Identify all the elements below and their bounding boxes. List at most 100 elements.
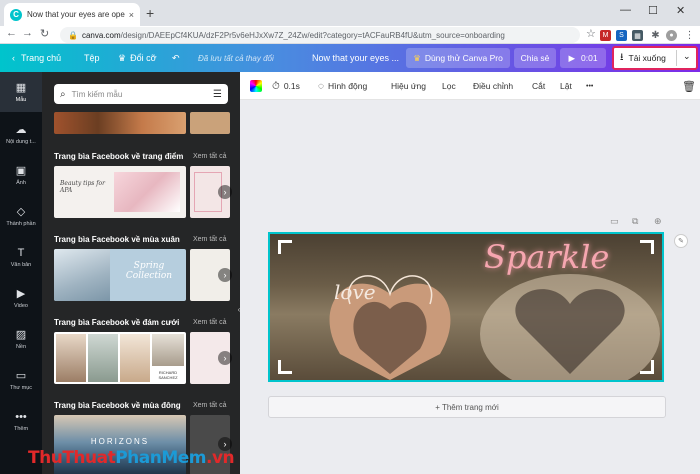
editor-toolbar: ⏱ 0.1s ◌ Hình động Hiệu ứng Lọc Điều chỉ… [240,72,700,100]
maximize-icon[interactable]: ☐ [648,4,658,17]
add-page-icon[interactable]: ⊕ [654,216,662,227]
chevron-down-icon[interactable]: ⌄ [683,51,691,62]
animate-button[interactable]: ◌ Hình động [318,72,367,100]
try-canva-pro-button[interactable]: ♛ Dùng thử Canva Pro [406,48,510,68]
watermark-part: .vn [206,448,235,468]
download-label: Tải xuống [628,53,666,63]
rail-templates[interactable]: ▦ Mẫu [0,72,42,112]
bookmark-star-icon[interactable]: ☆ [586,27,596,40]
rail-label: Ảnh [16,180,26,186]
add-page-button[interactable]: + Thêm trang mới [268,396,666,418]
thumb-photo [152,334,184,366]
left-rail: ▦ Mẫu ☁ Nội dung t... ▣ Ảnh ◇ Thành phần… [0,72,42,474]
forward-icon[interactable]: → [22,27,33,39]
rail-more[interactable]: ••• Thêm [0,401,42,441]
frame-corner [278,240,292,254]
new-tab-icon[interactable]: + [146,5,154,21]
download-button[interactable]: ⭳ Tải xuống ⌄ [612,46,698,70]
profile-avatar-icon[interactable]: ● [666,30,677,41]
template-search-input[interactable]: ⌕ Tìm kiếm mẫu ☰ [54,84,228,104]
share-button[interactable]: Chia sẻ [514,48,556,68]
template-thumbnail[interactable] [190,112,230,134]
see-all-link[interactable]: Xem tất cả [193,236,226,243]
see-all-link[interactable]: Xem tất cả [193,153,226,160]
play-time: 0:01 [581,53,598,63]
filter-button[interactable]: Lọc [442,72,456,100]
present-button[interactable]: ▶ 0:01 [560,48,606,68]
note-icon[interactable]: ▭ [610,216,619,227]
duration-label: 0.1s [283,81,300,91]
folder-icon: ▭ [15,370,27,382]
extensions-puzzle-icon[interactable]: ✱ [650,30,661,41]
effects-button[interactable]: Hiệu ứng [391,72,426,100]
template-thumbnail[interactable]: RICHARD SANCHEZ [54,332,186,384]
template-thumbnail[interactable]: Beauty tips for APA [54,166,186,218]
rail-label: Video [14,303,28,309]
watermark-part: Thuat [62,448,116,468]
flip-button[interactable]: Lật [560,72,572,100]
undo-icon[interactable]: ↶ [172,44,180,72]
section-title: Trang bìa Facebook về trang điểm [54,152,184,161]
rail-uploads[interactable]: ☁ Nội dung t... [0,114,42,154]
canva-favicon-icon: C [10,8,22,21]
extension-icon[interactable]: M [600,30,611,41]
video-icon: ▶ [16,288,26,300]
duplicate-page-icon[interactable]: ⧉ [632,216,638,227]
rail-label: Thành phần [6,221,36,227]
crop-button[interactable]: Cắt [532,72,545,100]
template-thumbnail[interactable]: Spring Collection [54,249,186,301]
scroll-right-icon[interactable]: › [218,351,232,365]
resize-label: Đổi cỡ [130,53,157,63]
design-canvas[interactable]: love Sparkle [268,232,664,382]
tab-close-icon[interactable]: × [129,10,134,20]
filter-icon[interactable]: ☰ [213,89,222,100]
watermark-part: Thu [28,448,63,468]
thumb-photo [114,172,180,212]
trash-icon[interactable]: 🗑 [682,72,696,100]
window-close-icon[interactable]: ✕ [676,4,685,17]
canva-header: ‹ Trang chủ Tệp ♛ Đổi cỡ ↶ Đã lưu tất cả… [0,44,700,72]
url-path: /design/DAEEpCf4KUA/dzF2Pr5v6eHJxXw7Z_24… [120,30,505,40]
minimize-icon[interactable]: — [620,4,631,16]
rail-video[interactable]: ▶ Video [0,278,42,318]
template-thumbnail[interactable] [54,112,186,134]
extension-s-icon[interactable]: S [616,30,627,41]
lock-icon: 🔒 [68,30,78,40]
rail-photos[interactable]: ▣ Ảnh [0,155,42,195]
scroll-right-icon[interactable]: › [218,268,232,282]
rail-folders[interactable]: ▭ Thư mục [0,360,42,400]
rail-text[interactable]: T Văn bản [0,237,42,277]
more-options-icon[interactable]: ••• [586,72,593,100]
upload-cloud-icon: ☁ [15,124,27,136]
browser-tab-strip: C Now that your eyes are open, m × + — ☐… [0,0,700,26]
love-text[interactable]: love [334,280,376,304]
rail-background[interactable]: ▨ Nền [0,319,42,359]
reload-icon[interactable]: ↻ [40,27,49,40]
browser-tab[interactable]: C Now that your eyes are open, m × [4,3,140,26]
scroll-right-icon[interactable]: › [218,185,232,199]
url-host: canva.com [81,30,121,40]
sparkle-text[interactable]: Sparkle [484,238,609,276]
browser-menu-icon[interactable]: ⋮ [684,30,695,41]
comment-icon[interactable]: ✎ [674,234,688,248]
duration-button[interactable]: ⏱ 0.1s [272,72,300,100]
tab-title: Now that your eyes are open, m [27,10,125,19]
resize-menu[interactable]: ♛ Đổi cỡ [118,44,157,72]
search-icon: ⌕ [60,88,66,100]
home-link[interactable]: ‹ Trang chủ [12,44,61,72]
rail-elements[interactable]: ◇ Thành phần [0,196,42,236]
crown-icon: ♛ [413,52,421,63]
download-icon: ⭳ [620,51,624,63]
home-label: Trang chủ [21,53,62,63]
see-all-link[interactable]: Xem tất cả [193,402,226,409]
color-picker-icon[interactable] [250,80,262,92]
design-title[interactable]: Now that your eyes ... [312,44,399,72]
see-all-link[interactable]: Xem tất cả [193,319,226,326]
thumb-text: HORIZONS [90,437,150,446]
adjust-button[interactable]: Điều chỉnh [473,72,513,100]
url-input[interactable]: 🔒 canva.com /design/DAEEpCf4KUA/dzF2Pr5v… [60,27,580,43]
back-icon[interactable]: ← [6,27,17,39]
extension-grid-icon[interactable]: ▦ [632,30,643,41]
play-icon: ▶ [568,52,575,63]
file-menu[interactable]: Tệp [84,44,100,72]
